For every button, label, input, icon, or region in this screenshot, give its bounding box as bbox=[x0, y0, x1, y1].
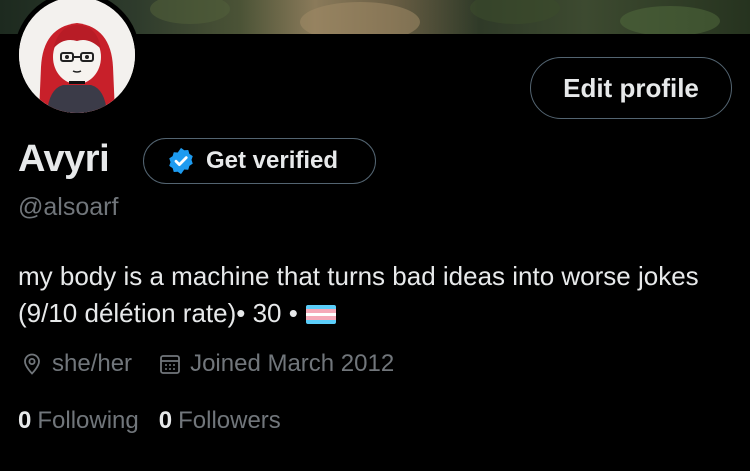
following-count: 0 bbox=[18, 407, 32, 434]
followers-label: Followers bbox=[178, 407, 281, 434]
get-verified-button[interactable]: Get verified bbox=[143, 138, 376, 184]
follow-stats: 0 Following 0 Followers bbox=[18, 407, 301, 435]
joined-text: Joined March 2012 bbox=[190, 350, 395, 377]
verified-badge-icon bbox=[169, 147, 193, 175]
trans-flag-icon bbox=[305, 305, 336, 324]
followers-count: 0 bbox=[158, 407, 173, 434]
joined-item: Joined March 2012 bbox=[158, 350, 394, 378]
followers-link[interactable]: 0 Followers bbox=[159, 407, 281, 435]
bio-text: my body is a machine that turns bad idea… bbox=[18, 261, 699, 328]
edit-profile-button[interactable]: Edit profile bbox=[530, 57, 732, 119]
pronouns-text: she/her bbox=[52, 350, 133, 377]
profile-avatar[interactable] bbox=[14, 0, 140, 118]
following-label: Following bbox=[37, 407, 139, 434]
pronouns-item: she/her bbox=[20, 350, 132, 378]
calendar-icon bbox=[160, 355, 180, 374]
location-pin-icon bbox=[24, 353, 40, 375]
handle: @alsoarf bbox=[18, 193, 119, 221]
profile-meta: she/her Joined March 2012 bbox=[20, 350, 420, 378]
following-link[interactable]: 0 Following bbox=[18, 407, 139, 435]
get-verified-label: Get verified bbox=[206, 147, 339, 174]
bio: my body is a machine that turns bad idea… bbox=[18, 258, 730, 332]
avatar-illustration bbox=[19, 0, 135, 113]
display-name: Avyri bbox=[18, 138, 110, 180]
